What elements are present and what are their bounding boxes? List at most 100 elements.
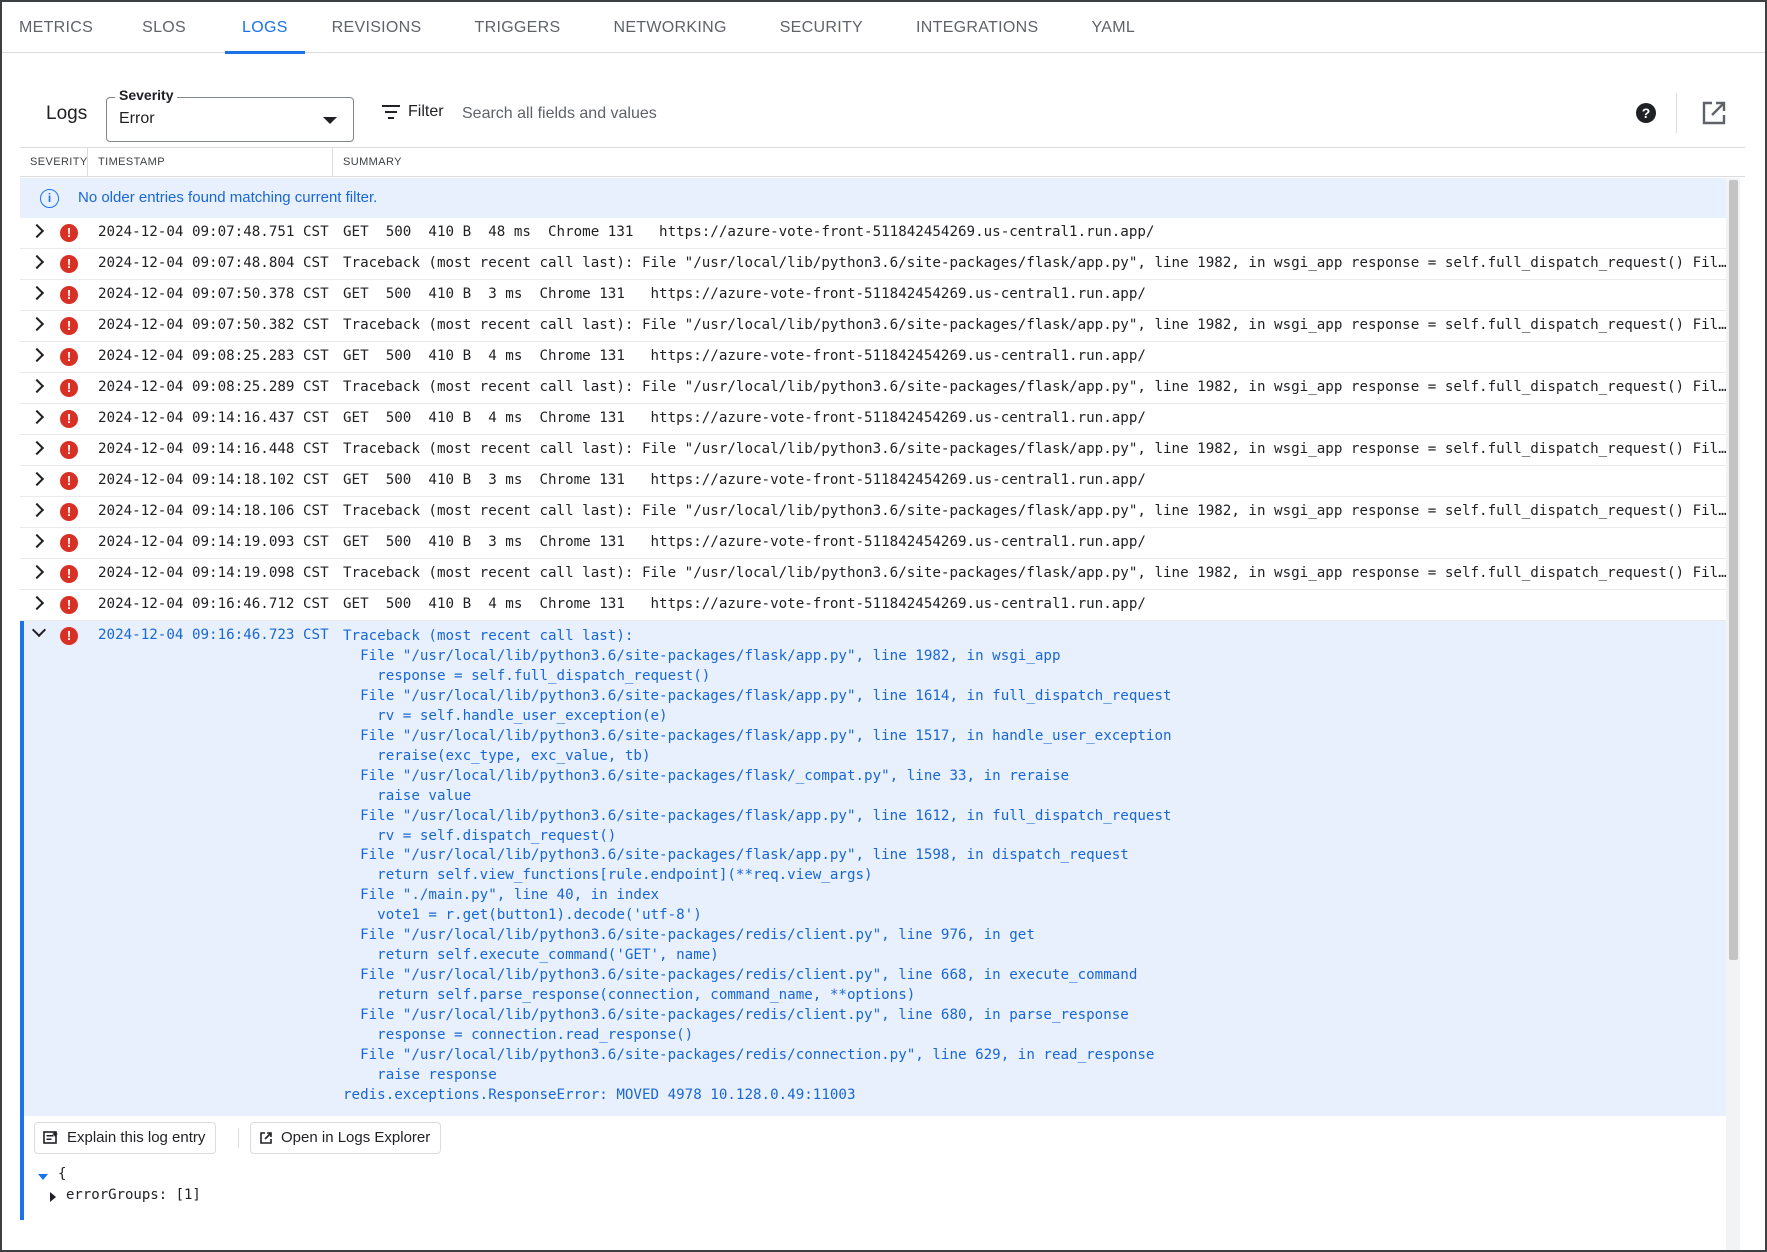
chevron-right-icon[interactable] bbox=[29, 471, 45, 487]
error-severity-icon: ! bbox=[60, 286, 78, 304]
chevron-right-icon[interactable] bbox=[29, 595, 45, 611]
tab-yaml[interactable]: YAML bbox=[1074, 2, 1152, 53]
trace-line: raise response bbox=[343, 1066, 497, 1083]
column-header-summary[interactable]: SUMMARY bbox=[343, 148, 402, 176]
log-timestamp: 2024-12-04 09:07:48.804 CST bbox=[98, 255, 329, 271]
log-entry-row[interactable]: ! 2024-12-04 09:14:16.437 CST GET 500 410 … bbox=[20, 404, 1735, 435]
log-entry-row[interactable]: ! 2024-12-04 09:16:46.712 CST GET 500 410 … bbox=[20, 590, 1735, 621]
trace-line: raise value bbox=[343, 787, 472, 804]
error-severity-icon: ! bbox=[60, 565, 78, 583]
error-severity-icon: ! bbox=[60, 410, 78, 428]
open-in-logs-explorer-button[interactable]: Open in Logs Explorer bbox=[250, 1121, 442, 1154]
trace-line: File "./main.py", line 40, in index bbox=[343, 887, 660, 904]
log-entry-row[interactable]: ! 2024-12-04 09:07:50.382 CST Traceback (m… bbox=[20, 311, 1735, 342]
trace-line: return self.view_functions[rule.endpoint… bbox=[343, 867, 873, 884]
info-banner: i No older entries found matching curren… bbox=[20, 178, 1735, 218]
explain-log-entry-button[interactable]: Explain this log entry bbox=[34, 1121, 217, 1154]
log-entry-row[interactable]: ! 2024-12-04 09:14:18.106 CST Traceback (m… bbox=[20, 497, 1735, 528]
trace-line: rv = self.dispatch_request() bbox=[343, 827, 617, 844]
trace-line: response = connection.read_response() bbox=[343, 1027, 694, 1044]
error-severity-icon: ! bbox=[60, 317, 78, 335]
chevron-right-icon[interactable] bbox=[29, 223, 45, 239]
log-entry-expanded[interactable]: ! 2024-12-04 09:16:46.723 CST Traceback (m… bbox=[20, 621, 1735, 1116]
tab-revisions[interactable]: REVISIONS bbox=[315, 2, 439, 53]
column-header-severity[interactable]: SEVERITY bbox=[20, 148, 88, 176]
tab-triggers[interactable]: TRIGGERS bbox=[458, 2, 578, 53]
log-entry-row[interactable]: ! 2024-12-04 09:14:18.102 CST GET 500 410 … bbox=[20, 466, 1735, 497]
trace-line: return self.execute_command('GET', name) bbox=[343, 947, 719, 964]
severity-label: Severity bbox=[115, 87, 178, 103]
log-summary: GET 500 410 B 4 ms Chrome 131 https://az… bbox=[343, 410, 1146, 426]
chevron-down-icon[interactable] bbox=[31, 622, 47, 638]
severity-value: Error bbox=[119, 110, 155, 127]
tab-integrations[interactable]: INTEGRATIONS bbox=[899, 2, 1055, 53]
table-header: SEVERITY TIMESTAMP SUMMARY bbox=[20, 147, 1745, 177]
log-timestamp: 2024-12-04 09:07:50.378 CST bbox=[98, 286, 329, 302]
help-icon[interactable]: ? bbox=[1636, 103, 1656, 123]
chevron-right-icon[interactable] bbox=[29, 409, 45, 425]
json-open-brace: { bbox=[58, 1165, 67, 1182]
log-summary: Traceback (most recent call last): File … bbox=[343, 565, 1727, 581]
error-severity-icon: ! bbox=[60, 379, 78, 397]
logs-panel: METRICS SLOS LOGS REVISIONS TRIGGERS NET… bbox=[0, 0, 1767, 1252]
chevron-right-icon[interactable] bbox=[29, 254, 45, 270]
tab-metrics[interactable]: METRICS bbox=[2, 2, 110, 53]
log-summary: Traceback (most recent call last): File … bbox=[343, 317, 1727, 333]
log-entry-row[interactable]: ! 2024-12-04 09:07:50.378 CST GET 500 410 … bbox=[20, 280, 1735, 311]
chevron-right-icon[interactable] bbox=[29, 316, 45, 332]
scrollbar-thumb[interactable] bbox=[1729, 180, 1738, 960]
log-entry-row[interactable]: ! 2024-12-04 09:14:19.093 CST GET 500 410 … bbox=[20, 528, 1735, 559]
trace-line: File "/usr/local/lib/python3.6/site-pack… bbox=[343, 1007, 1129, 1024]
logs-title: Logs bbox=[46, 103, 88, 124]
chevron-right-icon[interactable] bbox=[29, 378, 45, 394]
chevron-right-icon[interactable] bbox=[29, 440, 45, 456]
error-severity-icon: ! bbox=[60, 503, 78, 521]
trace-line: vote1 = r.get(button1).decode('utf-8') bbox=[343, 907, 702, 924]
severity-select[interactable]: Severity Error bbox=[106, 87, 354, 142]
filter-label: Filter bbox=[408, 103, 444, 120]
log-entry-row[interactable]: ! 2024-12-04 09:08:25.289 CST Traceback (m… bbox=[20, 373, 1735, 404]
toolbar-divider bbox=[1676, 93, 1677, 133]
trace-line: File "/usr/local/lib/python3.6/site-pack… bbox=[343, 847, 1129, 864]
tab-logs[interactable]: LOGS bbox=[225, 2, 305, 54]
log-entry-row[interactable]: ! 2024-12-04 09:07:48.804 CST Traceback (m… bbox=[20, 249, 1735, 280]
action-divider bbox=[238, 1127, 239, 1148]
filter-button[interactable]: Filter bbox=[382, 103, 444, 121]
log-entry-row[interactable]: ! 2024-12-04 09:07:48.751 CST GET 500 410 … bbox=[20, 218, 1735, 249]
log-entry-row[interactable]: ! 2024-12-04 09:14:16.448 CST Traceback (m… bbox=[20, 435, 1735, 466]
json-field-errorgroups[interactable]: errorGroups: [1] bbox=[66, 1187, 201, 1203]
log-entry-row[interactable]: ! 2024-12-04 09:14:19.098 CST Traceback (m… bbox=[20, 559, 1735, 590]
tab-security[interactable]: SECURITY bbox=[763, 2, 880, 53]
error-severity-icon: ! bbox=[60, 255, 78, 273]
log-summary: Traceback (most recent call last): File … bbox=[343, 379, 1727, 395]
trace-line: File "/usr/local/lib/python3.6/site-pack… bbox=[343, 807, 1172, 824]
entry-actions: Explain this log entry Open in Logs Explo… bbox=[20, 1115, 1735, 1160]
log-summary: Traceback (most recent call last): File … bbox=[343, 441, 1727, 457]
trace-line: Traceback (most recent call last): bbox=[343, 628, 634, 644]
chevron-right-icon[interactable] bbox=[29, 564, 45, 580]
open-in-new-icon[interactable] bbox=[1700, 99, 1728, 127]
error-severity-icon: ! bbox=[60, 627, 78, 645]
tab-slos[interactable]: SLOS bbox=[125, 2, 203, 53]
log-timestamp: 2024-12-04 09:16:46.723 CST bbox=[98, 627, 329, 643]
log-timestamp: 2024-12-04 09:07:48.751 CST bbox=[98, 224, 329, 240]
open-explorer-label: Open in Logs Explorer bbox=[281, 1129, 431, 1147]
collapse-triangle-icon[interactable] bbox=[38, 1173, 48, 1180]
chevron-right-icon[interactable] bbox=[29, 533, 45, 549]
log-timestamp: 2024-12-04 09:07:50.382 CST bbox=[98, 317, 329, 333]
chevron-right-icon[interactable] bbox=[29, 285, 45, 301]
tab-networking[interactable]: NETWORKING bbox=[596, 2, 743, 53]
chevron-right-icon[interactable] bbox=[29, 347, 45, 363]
error-severity-icon: ! bbox=[60, 534, 78, 552]
log-entries: i No older entries found matching curren… bbox=[20, 178, 1745, 1250]
trace-line: File "/usr/local/lib/python3.6/site-pack… bbox=[343, 1047, 1155, 1064]
expand-triangle-icon[interactable] bbox=[50, 1191, 56, 1202]
trace-line: File "/usr/local/lib/python3.6/site-pack… bbox=[343, 927, 1035, 944]
chevron-right-icon[interactable] bbox=[29, 502, 45, 518]
log-entry-row[interactable]: ! 2024-12-04 09:08:25.283 CST GET 500 410 … bbox=[20, 342, 1735, 373]
column-header-timestamp[interactable]: TIMESTAMP bbox=[88, 148, 333, 176]
trace-line: reraise(exc_type, exc_value, tb) bbox=[343, 747, 651, 764]
search-input[interactable] bbox=[462, 100, 1362, 128]
explain-icon bbox=[43, 1130, 58, 1144]
trace-line: File "/usr/local/lib/python3.6/site-pack… bbox=[343, 647, 1061, 664]
